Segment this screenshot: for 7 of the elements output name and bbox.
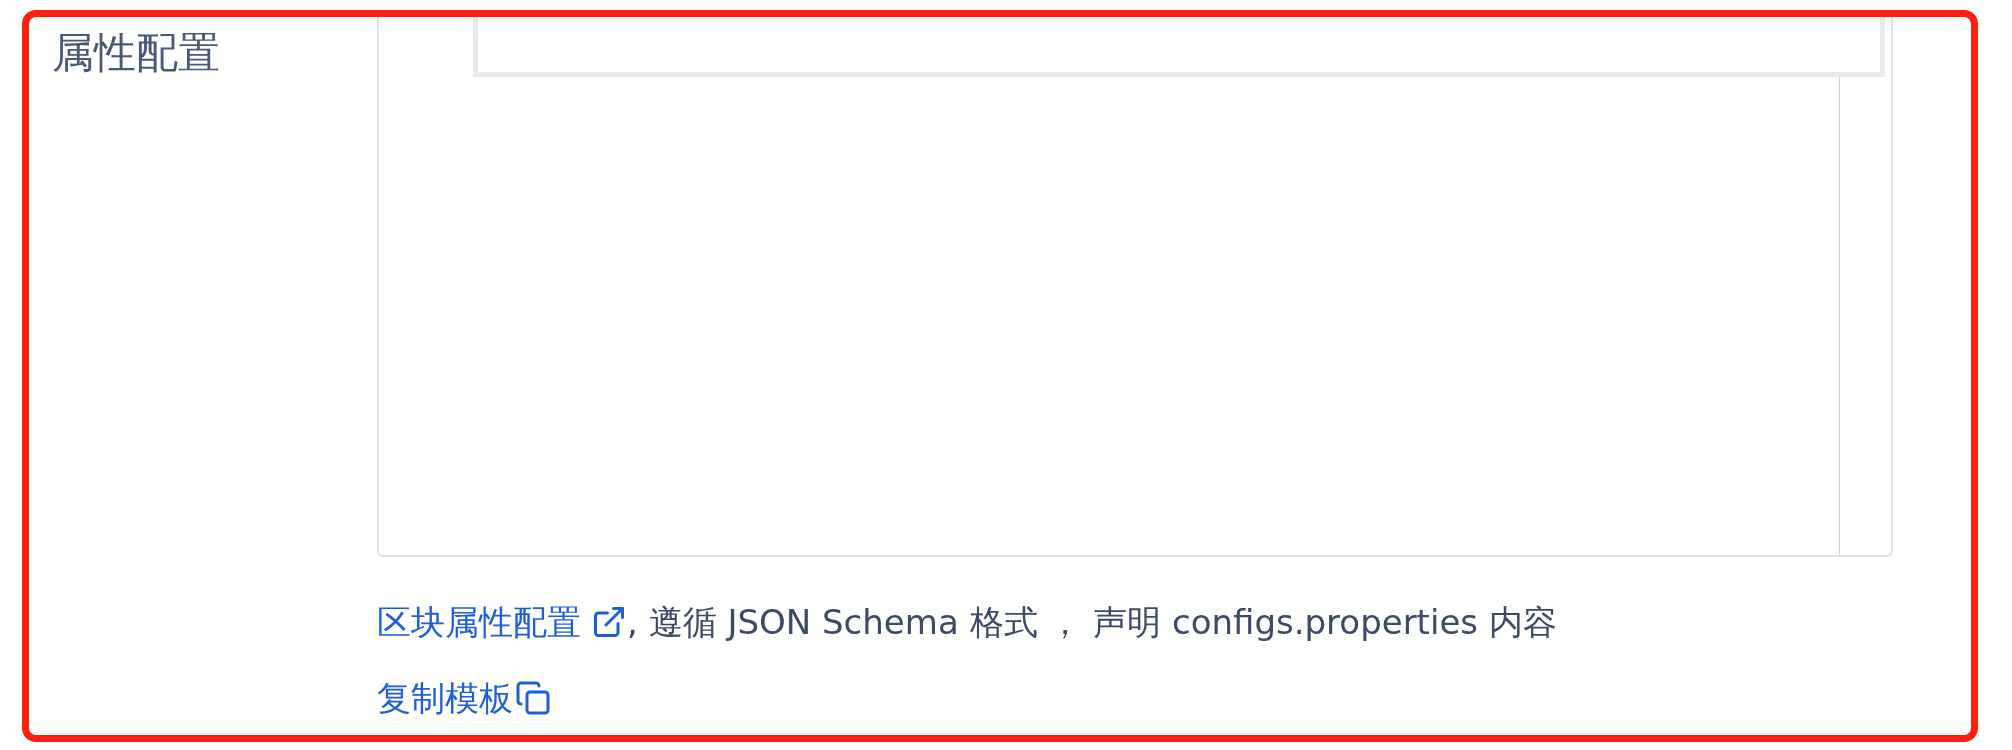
help-text: , 遵循 JSON Schema 格式 ， 声明 configs.properties 内容 [627, 602, 1557, 642]
schema-link[interactable]: 区块属性配置 [377, 584, 627, 660]
editor-field[interactable] [377, 17, 1893, 557]
external-link-icon [591, 604, 627, 640]
copy-icon [515, 680, 551, 716]
copy-template-link[interactable]: 复制模板 [377, 660, 551, 735]
field-label: 属性配置 [51, 27, 221, 79]
